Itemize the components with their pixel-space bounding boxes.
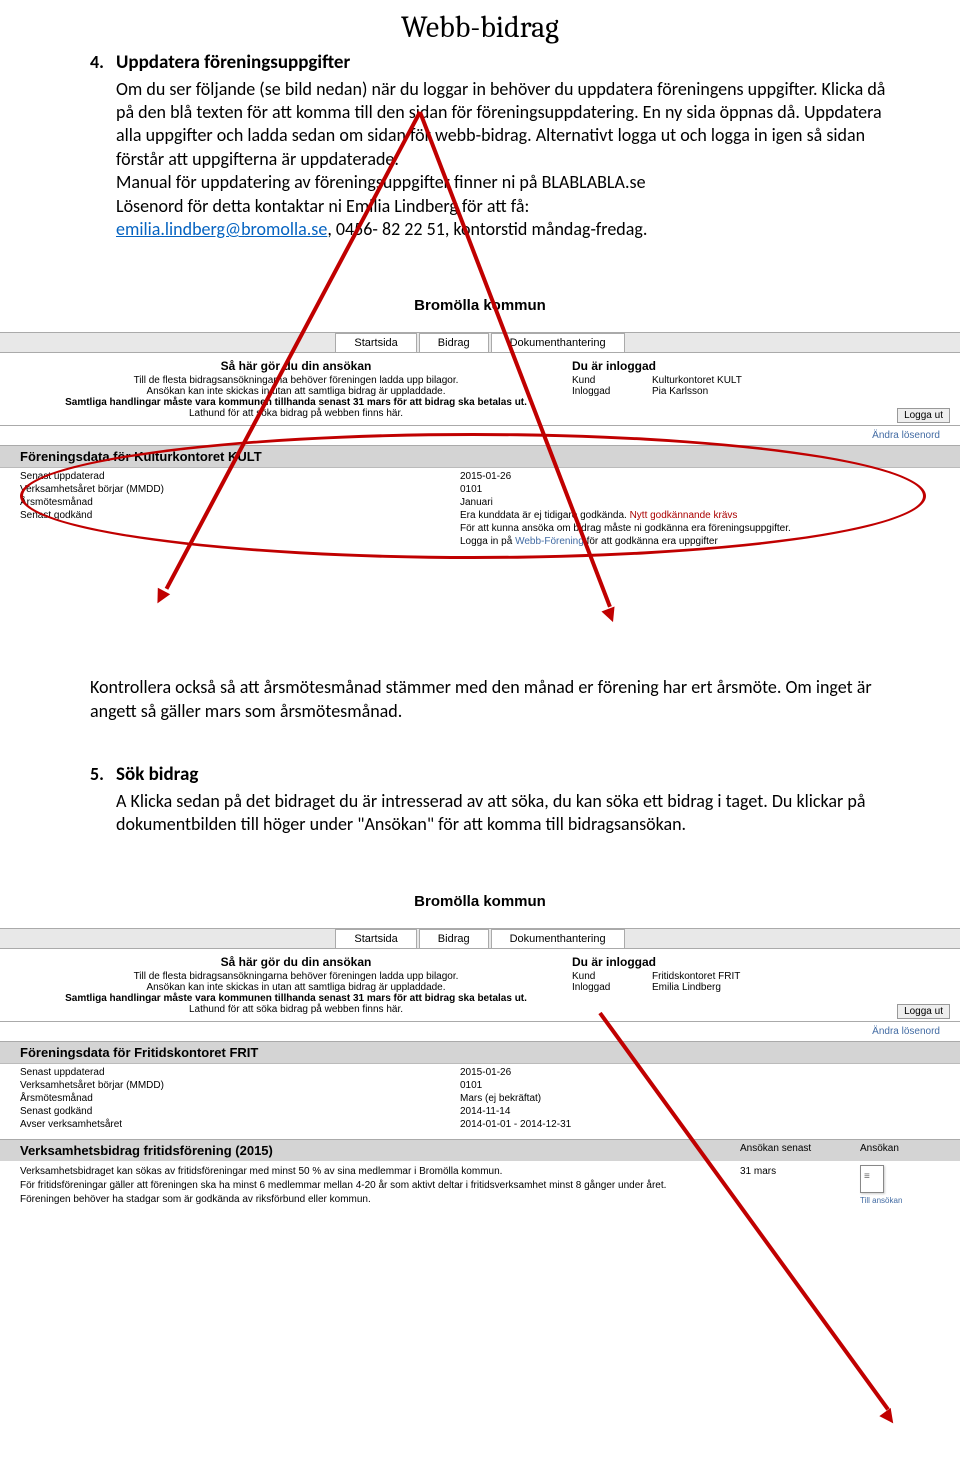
section-4-p2b: Lösenord för detta kontaktar ni Emilia L… bbox=[116, 195, 900, 218]
tab-bidrag[interactable]: Bidrag bbox=[419, 333, 489, 352]
ss1-row3-label: Senast godkänd bbox=[20, 509, 460, 522]
ss1-section-bar: Föreningsdata för Kulturkontoret KULT bbox=[0, 445, 960, 468]
ss2-kund-label: Kund bbox=[572, 971, 652, 982]
tab-dokumenthantering[interactable]: Dokumenthantering bbox=[491, 333, 625, 352]
mid-paragraph: Kontrollera också så att årsmötesmånad s… bbox=[90, 676, 900, 723]
ss1-extra2b: för att godkänna era uppgifter bbox=[584, 536, 718, 547]
screenshot-2: Bromölla kommun Startsida Bidrag Dokumen… bbox=[0, 869, 960, 1211]
section-5-heading: Sök bidrag bbox=[116, 763, 198, 788]
page-title: Webb-bidrag bbox=[0, 10, 960, 45]
grant-h3: Ansökan bbox=[860, 1143, 940, 1158]
logout-button-2[interactable]: Logga ut bbox=[897, 1004, 950, 1019]
ss2-section-bar: Föreningsdata för Fritidskontoret FRIT bbox=[0, 1041, 960, 1064]
ss2-inloggad-value: Emilia Lindberg bbox=[652, 982, 721, 993]
ss2-header: Bromölla kommun bbox=[0, 869, 960, 928]
ss2-row0-value: 2015-01-26 bbox=[460, 1066, 940, 1079]
section-4-heading: Uppdatera föreningsuppgifter bbox=[116, 51, 350, 76]
section-5-number: 5. bbox=[90, 763, 116, 788]
section-5-p1: A Klicka sedan på det bidraget du är int… bbox=[116, 790, 900, 837]
email-link[interactable]: emilia.lindberg@bromolla.se bbox=[116, 218, 327, 240]
grant-body1: Verksamhetsbidraget kan sökas av fritids… bbox=[20, 1165, 740, 1179]
ss1-inloggad-label: Inloggad bbox=[572, 386, 652, 397]
logout-button[interactable]: Logga ut bbox=[897, 408, 950, 423]
ss2-info-title: Så här gör du din ansökan bbox=[20, 955, 572, 969]
ss2-row0-label: Senast uppdaterad bbox=[20, 1066, 460, 1079]
ss2-row1-value: 0101 bbox=[460, 1079, 940, 1092]
ss1-login-title: Du är inloggad bbox=[572, 359, 940, 373]
ss1-row2-label: Årsmötesmånad bbox=[20, 496, 460, 509]
ss2-row1-label: Verksamhetsåret börjar (MMDD) bbox=[20, 1079, 460, 1092]
ss1-info-l1: Till de flesta bidragsansökningarna behö… bbox=[20, 375, 572, 386]
tab-startsida[interactable]: Startsida bbox=[335, 333, 416, 352]
ss1-kund-value: Kulturkontoret KULT bbox=[652, 375, 742, 386]
ss2-row2-label: Årsmötesmånad bbox=[20, 1092, 460, 1105]
ss2-login-title: Du är inloggad bbox=[572, 955, 940, 969]
tab-dokumenthantering-2[interactable]: Dokumenthantering bbox=[491, 929, 625, 948]
ss1-row0-value: 2015-01-26 bbox=[460, 470, 940, 483]
ss2-info-l3: Samtliga handlingar måste vara kommunen … bbox=[20, 993, 572, 1004]
ss1-row3-red: Nytt godkännande krävs bbox=[630, 510, 738, 521]
tab-bidrag-2[interactable]: Bidrag bbox=[419, 929, 489, 948]
ss1-info-l3: Samtliga handlingar måste vara kommunen … bbox=[20, 397, 572, 408]
ss1-row1-label: Verksamhetsåret börjar (MMDD) bbox=[20, 483, 460, 496]
ss1-info-title: Så här gör du din ansökan bbox=[20, 359, 572, 373]
till-ansokan-link[interactable]: Till ansökan bbox=[860, 1195, 940, 1206]
grant-body3: Föreningen behöver ha stadgar som är god… bbox=[20, 1193, 740, 1207]
webb-forening-link[interactable]: Webb-Förening bbox=[515, 536, 584, 547]
application-document-icon[interactable] bbox=[860, 1165, 884, 1193]
annotation-arrow-2-head bbox=[879, 1408, 899, 1428]
grant-deadline: 31 mars bbox=[740, 1165, 860, 1207]
ss1-info-l4: Lathund för att söka bidrag på webben fi… bbox=[20, 408, 572, 419]
ss1-kund-label: Kund bbox=[572, 375, 652, 386]
change-password-link-2[interactable]: Ändra lösenord bbox=[872, 1026, 940, 1037]
ss2-info-l2: Ansökan kan inte skickas in utan att sam… bbox=[20, 982, 572, 993]
ss2-kund-value: Fritidskontoret FRIT bbox=[652, 971, 740, 982]
section-4-number: 4. bbox=[90, 51, 116, 76]
tab-startsida-2[interactable]: Startsida bbox=[335, 929, 416, 948]
ss1-row2-value: Januari bbox=[460, 496, 940, 509]
grant-title: Verksamhetsbidrag fritidsförening (2015) bbox=[20, 1143, 740, 1158]
ss1-info-l2: Ansökan kan inte skickas in utan att sam… bbox=[20, 386, 572, 397]
change-password-link[interactable]: Ändra lösenord bbox=[872, 430, 940, 441]
ss2-info-l4: Lathund för att söka bidrag på webben fi… bbox=[20, 1004, 572, 1015]
section-4-p2c: , 0456- 82 22 51, kontorstid måndag-fred… bbox=[327, 218, 647, 240]
ss1-inloggad-value: Pia Karlsson bbox=[652, 386, 708, 397]
ss2-info-l1: Till de flesta bidragsansökningarna behö… bbox=[20, 971, 572, 982]
ss1-header: Bromölla kommun bbox=[0, 273, 960, 332]
ss2-row4-value: 2014-01-01 - 2014-12-31 bbox=[460, 1118, 940, 1131]
ss1-row1-value: 0101 bbox=[460, 483, 940, 496]
ss1-extra1: För att kunna ansöka om bidrag måste ni … bbox=[460, 522, 940, 535]
ss1-row0-label: Senast uppdaterad bbox=[20, 470, 460, 483]
ss2-row3-value: 2014-11-14 bbox=[460, 1105, 940, 1118]
grant-h2: Ansökan senast bbox=[740, 1143, 860, 1158]
ss1-extra2a: Logga in på bbox=[460, 536, 515, 547]
ss2-row3-label: Senast godkänd bbox=[20, 1105, 460, 1118]
screenshot-1: Bromölla kommun Startsida Bidrag Dokumen… bbox=[0, 273, 960, 646]
ss2-inloggad-label: Inloggad bbox=[572, 982, 652, 993]
section-4-p1: Om du ser följande (se bild nedan) när d… bbox=[116, 78, 900, 172]
ss2-row4-label: Avser verksamhetsåret bbox=[20, 1118, 460, 1131]
ss1-row3-value: Era kunddata är ej tidigare godkända. bbox=[460, 510, 630, 521]
ss2-row2-value: Mars (ej bekräftat) bbox=[460, 1092, 940, 1105]
grant-body2: För fritidsföreningar gäller att förenin… bbox=[20, 1179, 740, 1193]
section-4-p2a: Manual för uppdatering av föreningsuppgi… bbox=[116, 171, 900, 194]
